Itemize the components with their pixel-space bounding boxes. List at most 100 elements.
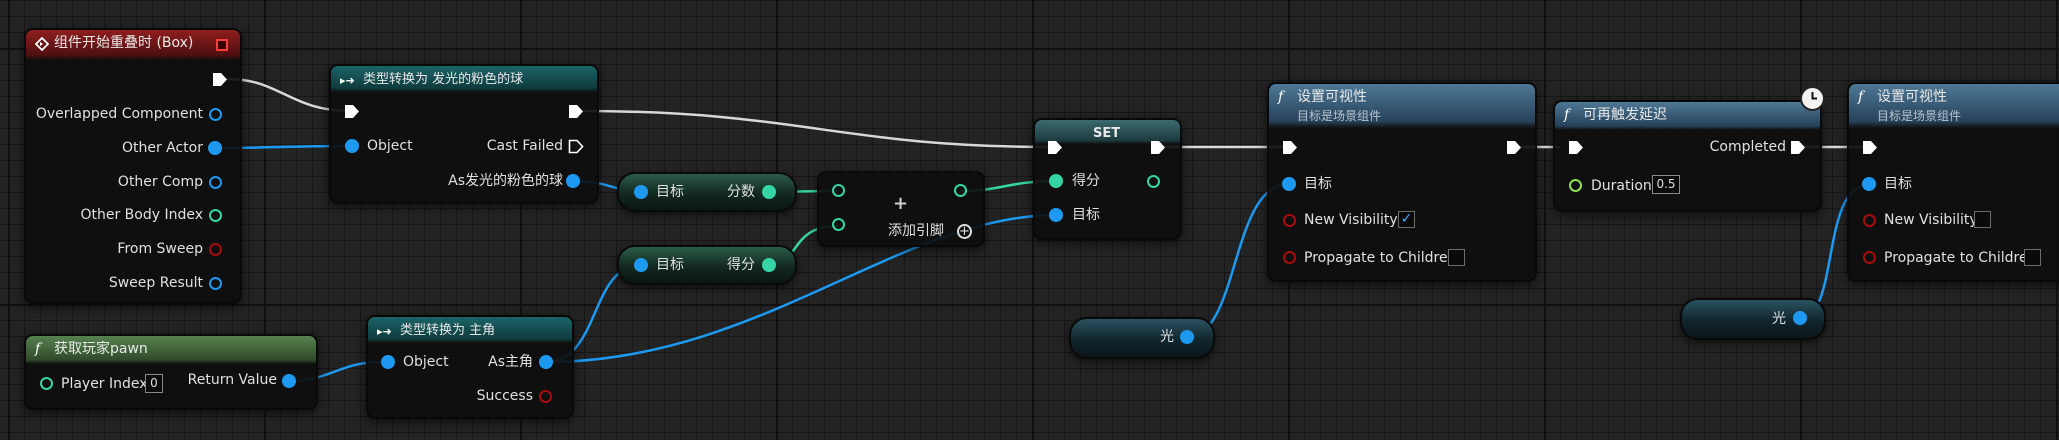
set-visibility-1-propagate-label: Propagate to Children xyxy=(1304,250,1457,266)
delay-completed-exec-out[interactable] xyxy=(1790,140,1806,155)
set-visibility-1-new-visibility-label: New Visibility xyxy=(1304,212,1398,228)
cast-ball-object-pin[interactable] xyxy=(345,139,359,153)
set-visibility-2-new-visibility-checkbox[interactable] xyxy=(1974,211,1991,228)
light-var-1-label: 光 xyxy=(1160,329,1174,345)
add-input-b-pin[interactable] xyxy=(832,218,845,231)
delay-duration-pin[interactable] xyxy=(1569,179,1582,192)
get-score-target-pin[interactable] xyxy=(634,185,648,199)
set-visibility-2-propagate-pin[interactable] xyxy=(1863,251,1876,264)
add-pin-label: 添加引脚 xyxy=(888,223,944,239)
event-exec-out[interactable] xyxy=(212,72,228,87)
function-icon: f xyxy=(1278,89,1284,105)
player-index-input[interactable]: 0 xyxy=(145,374,163,393)
set-visibility-2-propagate-checkbox[interactable] xyxy=(2024,249,2041,266)
set-exec-out[interactable] xyxy=(1150,140,1166,155)
set-visibility-1-title: 设置可视性 xyxy=(1297,89,1367,105)
sweep-result-pin[interactable] xyxy=(209,277,222,290)
set-visibility-1-header: f 设置可视性 目标是场景组件 xyxy=(1269,84,1535,128)
add-input-a-pin[interactable] xyxy=(832,184,845,197)
cast-hero-success-label: Success xyxy=(476,388,533,404)
event-node-header: 组件开始重叠时 (Box) xyxy=(26,30,240,60)
cast-ball-as-pin[interactable] xyxy=(566,174,580,188)
set-exec-in[interactable] xyxy=(1047,140,1063,155)
retriggerable-delay-node[interactable]: f 可再触发延迟 xyxy=(1553,100,1822,212)
cast-hero-success-pin[interactable] xyxy=(539,390,552,403)
other-comp-pin[interactable] xyxy=(209,176,222,189)
light-var-2-label: 光 xyxy=(1772,311,1786,327)
set-visibility-2-target-pin[interactable] xyxy=(1862,177,1876,191)
light-var-2-pin[interactable] xyxy=(1793,311,1807,325)
cast-ball-failed-exec[interactable] xyxy=(568,139,584,154)
pin-label-other-comp: Other Comp xyxy=(117,174,203,190)
cast-ball-as-label: As发光的粉色的球 xyxy=(448,173,563,189)
set-visibility-1-new-visibility-checkbox[interactable]: ✓ xyxy=(1398,211,1415,228)
set-visibility-2-new-visibility-label: New Visibility xyxy=(1884,212,1978,228)
add-output-pin[interactable] xyxy=(954,184,967,197)
pin-label-overlapped-component: Overlapped Component xyxy=(35,106,203,122)
set-visibility-1-exec-in[interactable] xyxy=(1282,140,1298,155)
cast-hero-title: 类型转换为 主角 xyxy=(400,323,496,338)
set-visibility-2-exec-in[interactable] xyxy=(1862,140,1878,155)
set-visibility-2-header: f 设置可视性 目标是场景组件 xyxy=(1849,84,2059,128)
retriggerable-delay-title: 可再触发延迟 xyxy=(1583,107,1667,123)
set-target-pin[interactable] xyxy=(1049,208,1063,222)
clock-icon xyxy=(1800,86,1825,111)
add-pin-plus-icon[interactable]: + xyxy=(957,224,972,239)
get-points-target-label: 目标 xyxy=(656,257,684,273)
set-visibility-1-new-visibility-pin[interactable] xyxy=(1283,214,1296,227)
cast-ball-exec-in[interactable] xyxy=(344,104,360,119)
return-value-label: Return Value xyxy=(187,372,277,388)
overlapped-component-pin[interactable] xyxy=(209,108,222,121)
cast-hero-as-pin[interactable] xyxy=(539,355,553,369)
set-visibility-2-subtitle: 目标是场景组件 xyxy=(1877,109,1962,123)
retriggerable-delay-header: f 可再触发延迟 xyxy=(1555,102,1820,130)
delay-exec-in[interactable] xyxy=(1568,140,1584,155)
other-body-index-pin[interactable] xyxy=(209,209,222,222)
cast-hero-header: ▸➜ 类型转换为 主角 xyxy=(368,317,572,343)
function-icon: f xyxy=(35,341,41,357)
get-player-pawn-header: f 获取玩家pawn xyxy=(26,336,316,364)
light-var-1-pin[interactable] xyxy=(1180,330,1194,344)
set-visibility-1-propagate-checkbox[interactable] xyxy=(1448,249,1465,266)
get-score-output-label: 分数 xyxy=(727,184,755,200)
set-visibility-2-new-visibility-pin[interactable] xyxy=(1863,214,1876,227)
cast-arrow-icon: ▸➜ xyxy=(340,74,355,87)
set-visibility-1-target-pin[interactable] xyxy=(1282,177,1296,191)
get-score-target-label: 目标 xyxy=(656,184,684,200)
get-score-output-pin[interactable] xyxy=(762,185,776,199)
set-visibility-1-exec-out[interactable] xyxy=(1506,140,1522,155)
cast-ball-header: ▸➜ 类型转换为 发光的粉色的球 xyxy=(331,66,597,92)
set-value-label: 得分 xyxy=(1072,173,1100,189)
cast-hero-object-pin[interactable] xyxy=(381,355,395,369)
exec-wire xyxy=(580,109,1054,149)
set-value-out-pin[interactable] xyxy=(1147,175,1160,188)
get-points-output-label: 得分 xyxy=(727,257,755,273)
set-node-title: SET xyxy=(1093,126,1121,141)
get-points-target-pin[interactable] xyxy=(634,258,648,272)
function-icon: f xyxy=(1858,89,1864,105)
set-value-pin[interactable] xyxy=(1049,174,1063,188)
cast-ball-object-label: Object xyxy=(367,138,413,154)
set-visibility-1-propagate-pin[interactable] xyxy=(1283,251,1296,264)
function-icon: f xyxy=(1564,107,1570,123)
player-index-pin[interactable] xyxy=(40,377,53,390)
set-target-label: 目标 xyxy=(1072,207,1100,223)
event-node-begin-overlap[interactable]: 组件开始重叠时 (Box) xyxy=(24,28,242,304)
delegate-pin-icon[interactable] xyxy=(216,39,228,51)
event-diamond-icon xyxy=(34,34,50,57)
set-visibility-2-propagate-label: Propagate to Children xyxy=(1884,250,2037,266)
player-index-label: Player Index xyxy=(61,376,148,392)
delay-duration-input[interactable]: 0.5 xyxy=(1652,175,1680,194)
get-points-output-pin[interactable] xyxy=(762,258,776,272)
cast-ball-exec-out[interactable] xyxy=(568,104,584,119)
from-sweep-pin[interactable] xyxy=(209,243,222,256)
set-visibility-1-subtitle: 目标是场景组件 xyxy=(1297,109,1382,123)
delay-duration-label: Duration xyxy=(1591,178,1652,194)
other-actor-pin[interactable] xyxy=(208,141,222,155)
pin-label-sweep-result: Sweep Result xyxy=(108,275,203,291)
set-visibility-2-title: 设置可视性 xyxy=(1877,89,1947,105)
cast-ball-failed-label: Cast Failed xyxy=(486,138,563,154)
cast-hero-as-label: As主角 xyxy=(488,354,533,370)
get-player-pawn-title: 获取玩家pawn xyxy=(54,341,148,357)
return-value-pin[interactable] xyxy=(282,374,296,388)
